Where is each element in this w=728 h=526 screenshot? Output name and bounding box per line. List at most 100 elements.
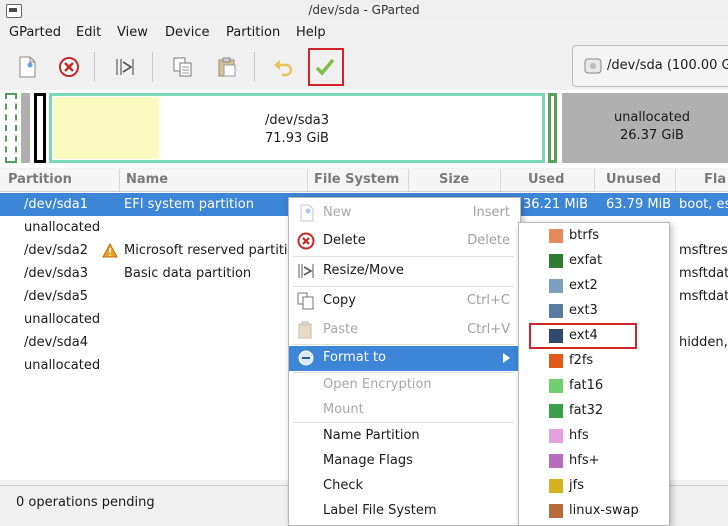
column-header-size[interactable]: Size [439,172,469,187]
filesystem-swatch [549,279,563,293]
sda3-size: 71.93 GiB [265,131,329,146]
operations-pending-status: 0 operations pending [16,495,155,510]
filesystem-label: hfs+ [569,453,600,468]
filesystem-option-hfs[interactable]: hfs [519,423,667,448]
menu-item-new[interactable]: New Insert [289,201,518,226]
column-header-partition[interactable]: Partition [8,172,72,187]
device-selector[interactable]: /dev/sda (100.00 G [572,45,728,87]
cell-flags: boot, es [679,197,728,212]
menu-view[interactable]: View [117,25,148,40]
partition-block-sda2[interactable] [34,93,46,163]
menu-item-open-encryption[interactable]: Open Encryption [289,373,518,398]
menu-item-name-partition[interactable]: Name Partition [289,424,518,449]
menu-gparted[interactable]: GParted [9,25,61,40]
filesystem-option-btrfs[interactable]: btrfs [519,223,667,248]
partition-block-sda5[interactable] [548,93,557,163]
disk-icon [584,58,602,74]
delete-partition-button[interactable] [54,52,84,82]
menu-item-label: Open Encryption [323,377,432,392]
cell-partition: /dev/sda1 [24,197,88,212]
sda3-name: /dev/sda3 [265,113,329,128]
warning-icon [102,243,118,258]
menu-help[interactable]: Help [296,25,326,40]
column-header-flags[interactable]: Fla [704,172,726,187]
menu-separator [293,344,514,345]
menu-item-copy[interactable]: Copy Ctrl+C [289,289,518,314]
menu-item-check[interactable]: Check [289,474,518,499]
partition-block-sda3[interactable]: /dev/sda3 71.93 GiB [49,93,545,163]
menu-partition[interactable]: Partition [226,25,280,40]
filesystem-label: fat32 [569,403,604,418]
partition-block-unallocated-small[interactable] [21,93,30,163]
paste-button[interactable] [212,52,242,82]
toolbar-separator [152,52,153,82]
filesystem-label: jfs [569,478,584,493]
cell-flags: msftdat [679,266,728,281]
filesystem-option-linux-swap[interactable]: linux-swap [519,498,667,523]
cell-flags: msftdat [679,289,728,304]
menu-item-manage-flags[interactable]: Manage Flags [289,449,518,474]
column-separator [119,169,120,191]
menu-item-label-file-system[interactable]: Label File System [289,499,518,524]
menu-item-resize-move[interactable]: Resize/Move [289,259,518,284]
partition-block-sda1[interactable] [5,93,17,163]
column-header-file-system[interactable]: File System [314,172,399,187]
column-separator [594,169,595,191]
filesystem-option-ext3[interactable]: ext3 [519,298,667,323]
filesystem-swatch [549,479,563,493]
new-partition-button[interactable] [12,52,42,82]
cell-flags: hidden, [679,335,728,350]
toolbar-separator [94,52,95,82]
delete-icon [59,57,79,77]
resize-move-button[interactable] [110,52,140,82]
filesystem-label: exfat [569,253,603,268]
unallocated-name: unallocated [613,110,691,125]
filesystem-label: btrfs [569,228,600,243]
cell-name: EFI system partition [124,197,254,212]
filesystem-option-fat16[interactable]: fat16 [519,373,667,398]
filesystem-option-f2fs[interactable]: f2fs [519,348,667,373]
toolbar-separator [254,52,255,82]
filesystem-option-jfs[interactable]: jfs [519,473,667,498]
column-header-unused[interactable]: Unused [606,172,661,187]
menu-edit[interactable]: Edit [76,25,101,40]
menu-item-label: Paste [323,322,359,337]
filesystem-swatch [549,354,563,368]
cell-name: Basic data partition [124,266,252,281]
cell-unused: 63.79 MiB [606,197,672,212]
filesystem-option-hfsplus[interactable]: hfs+ [519,448,667,473]
menu-device[interactable]: Device [165,25,209,40]
undo-icon [274,60,293,77]
menu-item-label: Name Partition [323,428,420,443]
copy-button[interactable] [168,52,198,82]
cell-name: Microsoft reserved partiti [124,243,288,258]
undo-button[interactable] [268,52,298,82]
cell-partition: unallocated [24,358,101,373]
column-header-name[interactable]: Name [126,172,168,187]
new-icon [300,204,314,222]
filesystem-swatch [549,504,563,518]
menu-item-label: Format to [323,350,386,365]
menu-item-label: Mount [323,402,364,417]
filesystem-swatch [549,454,563,468]
filesystem-option-ext2[interactable]: ext2 [519,273,667,298]
menu-bar: GParted Edit View Device Partition Help [0,22,728,44]
menu-item-delete[interactable]: Delete Delete [289,229,518,254]
filesystem-swatch [549,254,563,268]
column-separator [408,169,409,191]
filesystem-option-exfat[interactable]: exfat [519,248,667,273]
menu-item-mount[interactable]: Mount [289,398,518,423]
resize-icon [116,59,134,75]
menu-item-format-to[interactable]: Format to [289,346,518,371]
filesystem-swatch [549,404,563,418]
cell-partition: /dev/sda2 [24,243,88,258]
column-header-used[interactable]: Used [528,172,564,187]
cell-partition: /dev/sda3 [24,266,88,281]
menu-separator [293,256,514,257]
menu-item-paste[interactable]: Paste Ctrl+V [289,318,518,343]
unallocated-size: 26.37 GiB [620,128,684,143]
partition-block-unallocated[interactable]: unallocated 26.37 GiB [562,93,728,163]
filesystem-label: hfs [569,428,589,443]
filesystem-option-fat32[interactable]: fat32 [519,398,667,423]
filesystem-label: linux-swap [569,503,639,518]
